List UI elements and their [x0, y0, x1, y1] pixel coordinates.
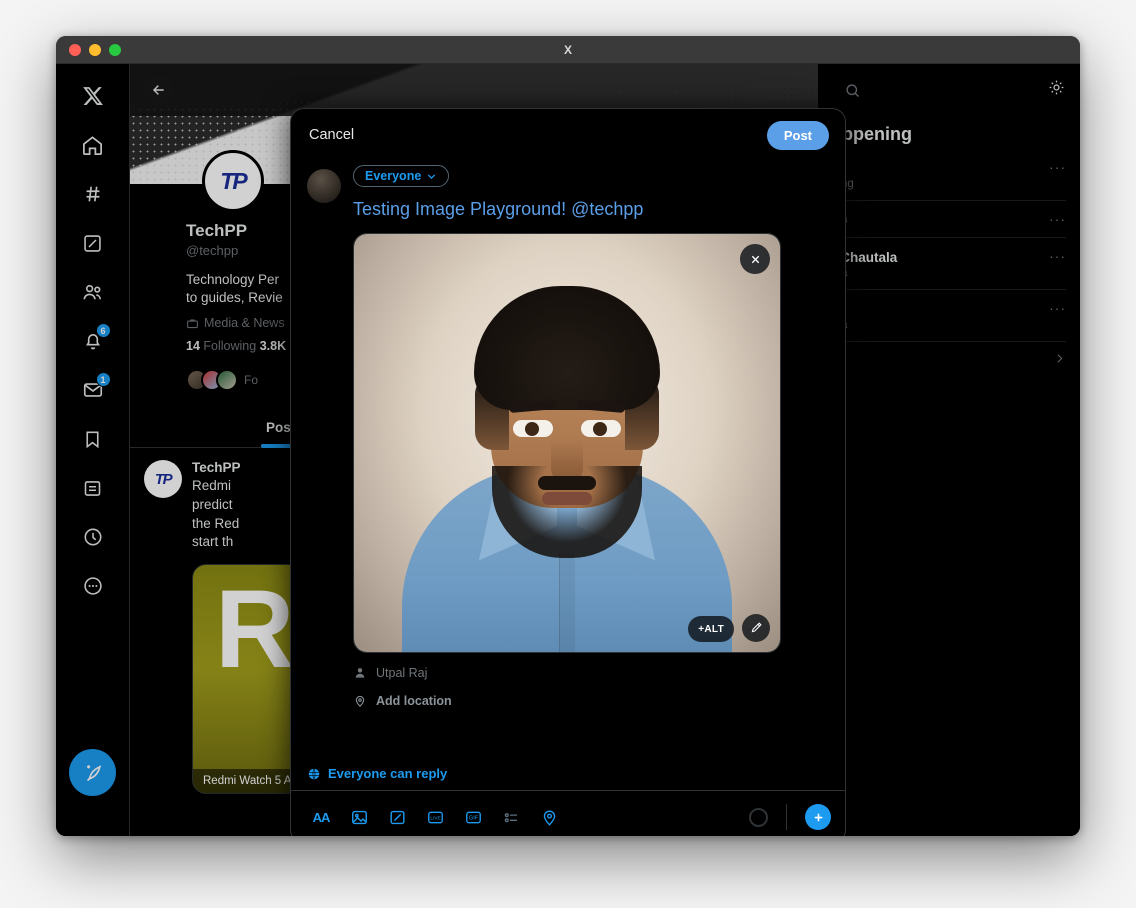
- grok-image-icon: [388, 808, 407, 827]
- audience-label: Everyone: [365, 169, 421, 183]
- add-location-button[interactable]: [533, 801, 565, 833]
- location-pin-icon: [353, 694, 367, 708]
- compose-dialog-body: Everyone Testing Image Playground! @tech…: [291, 161, 845, 756]
- attached-media[interactable]: +ALT: [353, 233, 781, 653]
- media-image-icon: [350, 808, 369, 827]
- close-window-button[interactable]: [69, 44, 81, 56]
- svg-text:GIF: GIF: [468, 815, 478, 821]
- x-app-window: X: [56, 36, 1080, 836]
- compose-post-dialog: Cancel Post Everyone Testing Image Playg…: [290, 108, 846, 836]
- tagged-person-row[interactable]: Utpal Raj: [353, 666, 829, 680]
- maximize-window-button[interactable]: [109, 44, 121, 56]
- close-icon: [750, 254, 761, 265]
- add-alt-text-button[interactable]: +ALT: [688, 616, 734, 642]
- grok-image-button[interactable]: [381, 801, 413, 833]
- compose-text-input[interactable]: Testing Image Playground! @techpp: [353, 198, 829, 221]
- tagged-person-name: Utpal Raj: [376, 666, 427, 680]
- window-title: X: [56, 43, 1080, 57]
- live-video-button[interactable]: LIVE: [419, 801, 451, 833]
- window-titlebar: X: [56, 36, 1080, 64]
- portrait-eye-left: [513, 420, 553, 437]
- add-location-row[interactable]: Add location: [353, 694, 829, 708]
- attached-image: [354, 234, 780, 652]
- cancel-button[interactable]: Cancel: [307, 123, 356, 147]
- add-media-button[interactable]: [343, 801, 375, 833]
- compose-toolbar: AA LIVE GIF: [291, 791, 845, 836]
- post-button[interactable]: Post: [767, 121, 829, 150]
- portrait-eye-right: [581, 420, 621, 437]
- minimize-window-button[interactable]: [89, 44, 101, 56]
- toolbar-divider: [786, 804, 787, 830]
- add-location-label: Add location: [376, 694, 452, 708]
- compose-main-area: Everyone Testing Image Playground! @tech…: [345, 165, 829, 756]
- reply-settings-row[interactable]: Everyone can reply: [291, 756, 845, 791]
- portrait-moustache: [538, 476, 596, 490]
- globe-icon: [307, 767, 321, 781]
- avatar: [307, 169, 341, 203]
- compose-dialog-header: Cancel Post: [291, 109, 845, 161]
- chevron-down-icon: [426, 171, 437, 182]
- person-icon: [353, 666, 367, 680]
- portrait-placket: [559, 552, 575, 652]
- plus-icon: [812, 811, 825, 824]
- app-content: 6 1: [56, 64, 1080, 836]
- brush-icon: [749, 621, 763, 635]
- add-another-post-button[interactable]: [805, 804, 831, 830]
- svg-text:LIVE: LIVE: [430, 815, 440, 821]
- live-video-icon: LIVE: [426, 808, 445, 827]
- text-format-icon: AA: [313, 810, 330, 825]
- window-controls[interactable]: [56, 44, 121, 56]
- audience-selector[interactable]: Everyone: [353, 165, 449, 187]
- portrait-hair: [474, 286, 660, 410]
- add-gif-button[interactable]: GIF: [457, 801, 489, 833]
- portrait-mouth: [542, 492, 592, 505]
- gif-icon: GIF: [464, 808, 483, 827]
- poll-icon: [502, 808, 521, 827]
- reply-setting-label: Everyone can reply: [328, 766, 447, 781]
- add-poll-button[interactable]: [495, 801, 527, 833]
- location-icon: [540, 808, 559, 827]
- character-count-ring: [749, 808, 768, 827]
- compose-user-avatar[interactable]: [307, 165, 345, 756]
- desktop-background: X: [0, 0, 1136, 908]
- text-format-button[interactable]: AA: [305, 801, 337, 833]
